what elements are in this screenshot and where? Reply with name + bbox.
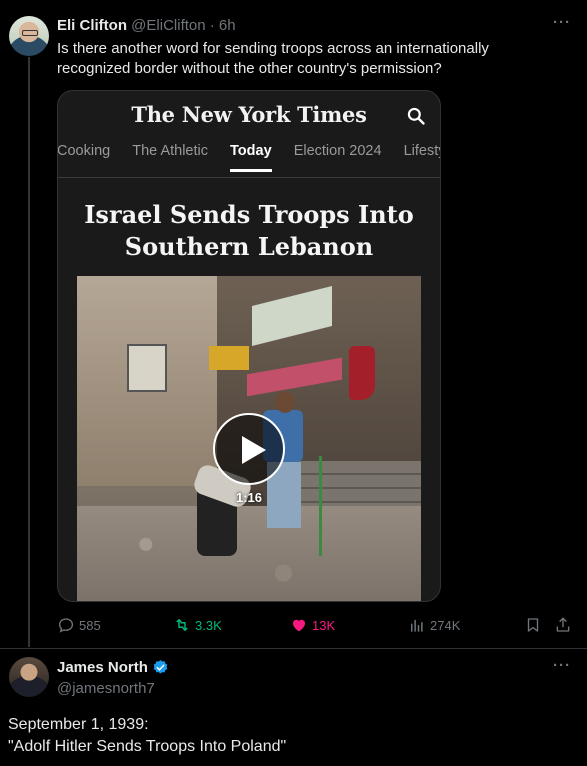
like-icon [293, 619, 305, 632]
tab-election-2024: Election 2024 [293, 143, 382, 159]
tweet-eli-clifton[interactable]: Eli Clifton @EliClifton · 6h ··· Is ther… [0, 0, 587, 648]
tab-the-athletic: The Athletic [132, 143, 208, 159]
share-button[interactable] [554, 614, 572, 636]
headline-text: Israel Sends Troops Into Southern Lebano… [84, 200, 414, 261]
views-icon [411, 619, 423, 632]
tweet-text: Is there another word for sending troops… [57, 40, 489, 77]
thread-line [28, 57, 30, 647]
handle[interactable]: @jamesnorth7 [57, 680, 155, 697]
tweet-text-line-2: "Adolf Hitler Sends Troops Into Poland" [8, 738, 287, 755]
display-name[interactable]: Eli Clifton [57, 17, 127, 34]
more-icon[interactable]: ··· [553, 14, 571, 31]
tweet-header: Eli Clifton @EliClifton · 6h [57, 17, 236, 34]
timestamp[interactable]: · 6h [210, 17, 236, 34]
display-name-row: James North [57, 659, 169, 676]
reply-icon [58, 618, 74, 633]
handle[interactable]: @EliClifton [131, 17, 205, 34]
repost-count: 3.3K [195, 617, 222, 633]
reply-button[interactable]: 585 [57, 614, 101, 636]
tab-cooking: Cooking [57, 143, 111, 159]
media-card[interactable]: The New York Times Cooking The Athletic … [57, 90, 441, 602]
article-headline: Israel Sends Troops Into Southern Lebano… [58, 199, 440, 263]
views-button[interactable]: 274K [408, 614, 460, 636]
more-icon[interactable]: ··· [553, 657, 571, 674]
tab-today: Today [230, 143, 272, 172]
avatar[interactable] [9, 657, 49, 697]
video-thumbnail[interactable]: 1:16 [77, 276, 421, 601]
repost-icon [176, 619, 188, 631]
tweet-divider [0, 648, 587, 649]
tab-divider [58, 177, 440, 178]
play-icon[interactable] [213, 413, 285, 485]
search-icon [407, 107, 425, 125]
tweet-actions: 585 3.3K 13K 274K [57, 614, 577, 636]
repost-button[interactable]: 3.3K [173, 614, 222, 636]
tweet-text-line-1: September 1, 1939: [8, 716, 149, 733]
verified-icon [153, 660, 168, 674]
reply-count: 585 [79, 617, 101, 633]
avatar[interactable] [9, 16, 49, 56]
view-count: 274K [430, 617, 461, 633]
like-count: 13K [312, 617, 336, 633]
share-icon [556, 617, 570, 632]
nyt-section-tabs: Cooking The Athletic Today Election 2024… [57, 143, 440, 177]
nyt-logo: The New York Times [131, 102, 367, 127]
video-duration: 1:16 [235, 490, 263, 505]
tweet-text: September 1, 1939: "Adolf Hitler Sends T… [8, 714, 578, 758]
tab-lifestyle: Lifesty [403, 143, 440, 159]
bookmark-icon [527, 618, 539, 632]
like-button[interactable]: 13K [290, 614, 335, 636]
display-name[interactable]: James North [57, 659, 148, 676]
bookmark-button[interactable] [524, 614, 542, 636]
